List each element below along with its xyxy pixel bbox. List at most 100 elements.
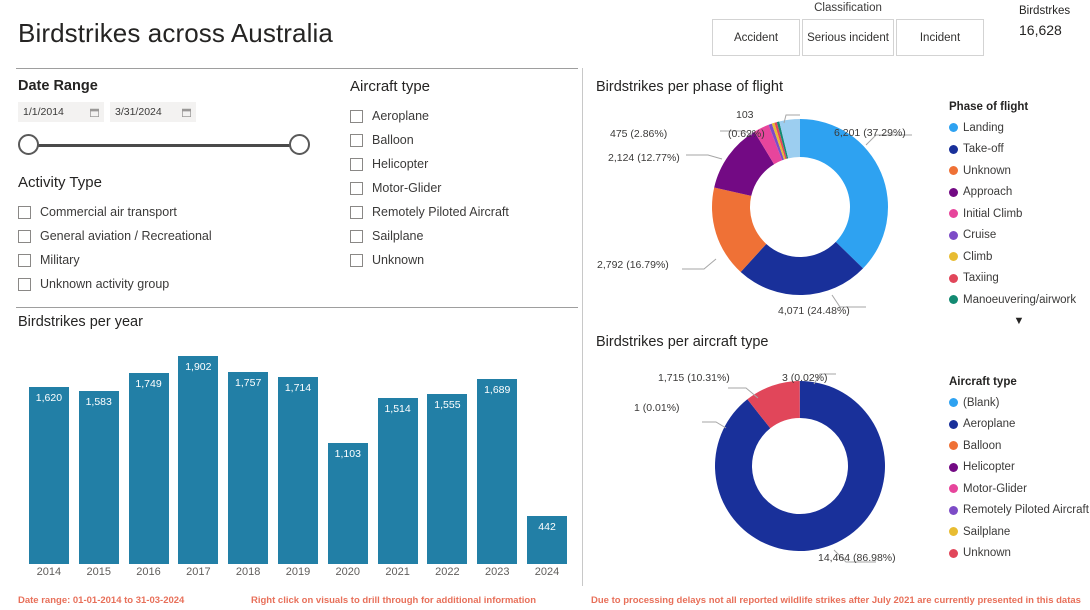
legend-item-label: Balloon bbox=[963, 440, 1001, 452]
legend-item[interactable]: Taxiing bbox=[949, 268, 1089, 290]
activity-type-filter: Activity Type Commercial air transport G… bbox=[18, 174, 212, 296]
aircraft-item-balloon[interactable]: Balloon bbox=[350, 128, 509, 152]
slider-handle-start[interactable] bbox=[18, 134, 39, 155]
footer-bar: Date range: 01-01-2014 to 31-03-2024 Rig… bbox=[0, 592, 1090, 610]
legend-item-label: Unknown bbox=[963, 165, 1011, 177]
legend-item[interactable]: Landing bbox=[949, 117, 1089, 139]
activity-item-unknown-activity-group[interactable]: Unknown activity group bbox=[18, 272, 212, 296]
chevron-down-icon[interactable]: ▼ bbox=[949, 315, 1089, 327]
legend-item-label: (Blank) bbox=[963, 397, 999, 409]
dashboard-page: Birdstrikes across Australia Classificat… bbox=[0, 0, 1090, 610]
bar[interactable]: 1,902 bbox=[178, 356, 218, 564]
checkbox-icon[interactable] bbox=[350, 134, 363, 147]
checkbox-icon[interactable] bbox=[350, 230, 363, 243]
bar[interactable]: 1,555 bbox=[427, 394, 467, 564]
date-start-value: 1/1/2014 bbox=[23, 106, 64, 118]
legend-color-dot-icon bbox=[949, 295, 958, 304]
legend-color-dot-icon bbox=[949, 231, 958, 240]
legend-item[interactable]: Unknown bbox=[949, 543, 1089, 565]
legend-item[interactable]: Cruise bbox=[949, 225, 1089, 247]
bar[interactable]: 1,714 bbox=[278, 377, 318, 564]
classification-button-accident[interactable]: Accident bbox=[712, 19, 800, 56]
bar[interactable]: 1,749 bbox=[129, 373, 169, 564]
aircraft-item-helicopter[interactable]: Helicopter bbox=[350, 152, 509, 176]
aircraft-item-unknown[interactable]: Unknown bbox=[350, 248, 509, 272]
checkbox-icon[interactable] bbox=[350, 158, 363, 171]
bar-column: 1,757 bbox=[223, 356, 273, 564]
classification-button-group: Accident Serious incident Incident bbox=[712, 19, 984, 56]
legend-item[interactable]: Initial Climb bbox=[949, 203, 1089, 225]
date-end-input[interactable]: 3/31/2024 bbox=[110, 102, 196, 122]
bar-column: 1,902 bbox=[173, 356, 223, 564]
phase-of-flight-legend: Phase of flight LandingTake-offUnknownAp… bbox=[949, 101, 1089, 327]
bar[interactable]: 442 bbox=[527, 516, 567, 564]
aircraft-item-aeroplane[interactable]: Aeroplane bbox=[350, 104, 509, 128]
aircraft-item-sailplane[interactable]: Sailplane bbox=[350, 224, 509, 248]
legend-item[interactable]: Take-off bbox=[949, 139, 1089, 161]
bar-chart-x-axis: 2014201520162017201820192020202120222023… bbox=[24, 566, 572, 578]
activity-item-general-aviation-recreational[interactable]: General aviation / Recreational bbox=[18, 224, 212, 248]
aircraft-donut-svg[interactable] bbox=[680, 366, 920, 566]
checkbox-icon[interactable] bbox=[350, 206, 363, 219]
donut-slice[interactable] bbox=[800, 119, 888, 268]
aircraft-item-remotely-piloted-aircraft[interactable]: Remotely Piloted Aircraft bbox=[350, 200, 509, 224]
legend-item-label: Motor-Glider bbox=[963, 483, 1027, 495]
bar[interactable]: 1,103 bbox=[328, 443, 368, 564]
checkbox-icon[interactable] bbox=[350, 182, 363, 195]
legend-color-dot-icon bbox=[949, 145, 958, 154]
aircraft-item-label: Motor-Glider bbox=[372, 181, 441, 195]
legend-item[interactable]: Remotely Piloted Aircraft bbox=[949, 500, 1089, 522]
legend-item[interactable]: Balloon bbox=[949, 435, 1089, 457]
bar[interactable]: 1,689 bbox=[477, 379, 517, 564]
activity-item-commercial-air-transport[interactable]: Commercial air transport bbox=[18, 200, 212, 224]
data-label: 4,071 (24.48%) bbox=[778, 305, 850, 317]
legend-item[interactable]: Manoeuvering/airwork bbox=[949, 289, 1089, 311]
leader-line bbox=[682, 259, 716, 269]
legend-item[interactable]: Helicopter bbox=[949, 457, 1089, 479]
date-start-input[interactable]: 1/1/2014 bbox=[18, 102, 104, 122]
bar-column: 1,555 bbox=[423, 356, 473, 564]
legend-item[interactable]: Sailplane bbox=[949, 521, 1089, 543]
legend-item[interactable]: Aeroplane bbox=[949, 414, 1089, 436]
bar[interactable]: 1,514 bbox=[378, 398, 418, 564]
slider-handle-end[interactable] bbox=[289, 134, 310, 155]
legend-item[interactable]: Climb bbox=[949, 246, 1089, 268]
legend-color-dot-icon bbox=[949, 252, 958, 261]
checkbox-icon[interactable] bbox=[18, 254, 31, 267]
legend-item[interactable]: Unknown bbox=[949, 160, 1089, 182]
bar[interactable]: 1,620 bbox=[29, 387, 69, 564]
legend-item[interactable]: (Blank) bbox=[949, 392, 1089, 414]
birdstrikes-per-aircraft-type-chart: Birdstrikes per aircraft type 3 (0.02%)1… bbox=[596, 334, 1086, 584]
filter-panel: Date Range 1/1/2014 3/31/2024 bbox=[18, 78, 578, 156]
checkbox-icon[interactable] bbox=[350, 254, 363, 267]
legend-title: Aircraft type bbox=[949, 376, 1089, 388]
legend-item-label: Helicopter bbox=[963, 461, 1015, 473]
legend-item[interactable]: Approach bbox=[949, 182, 1089, 204]
checkbox-icon[interactable] bbox=[350, 110, 363, 123]
data-label: 103 bbox=[736, 109, 754, 121]
checkbox-icon[interactable] bbox=[18, 206, 31, 219]
legend-item-label: Take-off bbox=[963, 143, 1004, 155]
activity-item-military[interactable]: Military bbox=[18, 248, 212, 272]
legend-item-label: Landing bbox=[963, 122, 1004, 134]
birdstrikes-per-year-chart: Birdstrikes per year 1,6201,5831,7491,90… bbox=[18, 314, 578, 584]
date-range-slider[interactable] bbox=[18, 134, 310, 156]
aircraft-donut-stage bbox=[680, 366, 920, 566]
bar[interactable]: 1,583 bbox=[79, 391, 119, 564]
checkbox-icon[interactable] bbox=[18, 278, 31, 291]
x-axis-tick: 2020 bbox=[323, 566, 373, 578]
bar-column: 1,689 bbox=[472, 356, 522, 564]
checkbox-icon[interactable] bbox=[18, 230, 31, 243]
bar-value-label: 1,689 bbox=[484, 384, 510, 564]
classification-button-incident[interactable]: Incident bbox=[896, 19, 984, 56]
legend-item[interactable]: Motor-Glider bbox=[949, 478, 1089, 500]
legend-color-dot-icon bbox=[949, 484, 958, 493]
bar[interactable]: 1,757 bbox=[228, 372, 268, 564]
legend-color-dot-icon bbox=[949, 527, 958, 536]
classification-button-serious-incident[interactable]: Serious incident bbox=[802, 19, 894, 56]
data-label: 6,201 (37.29%) bbox=[834, 127, 906, 139]
aircraft-item-motor-glider[interactable]: Motor-Glider bbox=[350, 176, 509, 200]
activity-type-list: Commercial air transport General aviatio… bbox=[18, 200, 212, 296]
footer-hint: Right click on visuals to drill through … bbox=[251, 595, 536, 606]
legend-item-label: Initial Climb bbox=[963, 208, 1022, 220]
